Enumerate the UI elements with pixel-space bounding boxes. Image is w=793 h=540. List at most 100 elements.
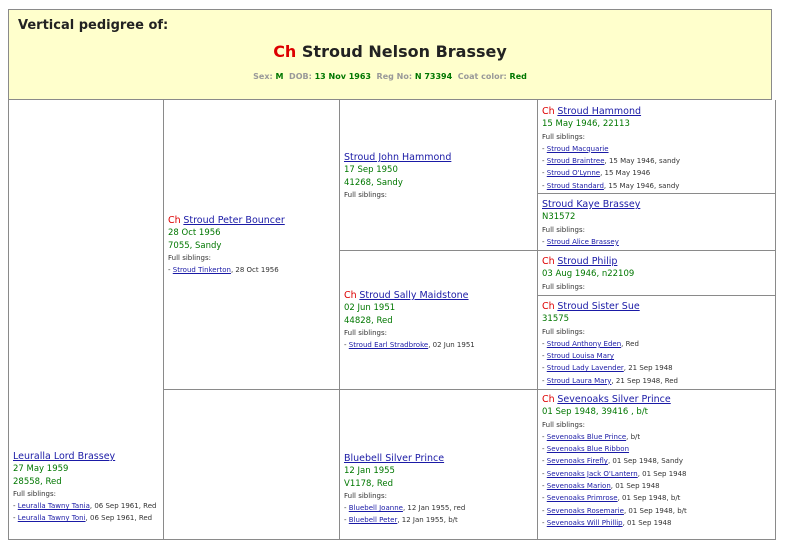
coat-value: Red [509, 72, 527, 81]
dog-reg: 28558, Red [13, 476, 62, 487]
sibling-info: , 12 Jan 1955, b/t [397, 516, 458, 525]
coat-label: Coat color: [457, 72, 507, 81]
gen4-sss-cell: Ch Stroud Hammond 15 May 1946, 22113 Ful… [538, 100, 776, 194]
sibling-link[interactable]: Stroud Louisa Mary [547, 352, 614, 360]
full-siblings-label: Full siblings: [13, 489, 57, 498]
sibling-link[interactable]: Sevenoaks Blue Ribbon [547, 445, 629, 453]
full-siblings-label: Full siblings: [542, 225, 586, 234]
sibling-link[interactable]: Sevenoaks Blue Prince [547, 433, 626, 441]
sibling-link[interactable]: Sevenoaks Firefly [547, 457, 608, 465]
sibling-item: - Stroud Tinkerton, 28 Oct 1956 [168, 266, 279, 275]
sibling-link[interactable]: Sevenoaks Primrose [547, 494, 618, 502]
gen2-dam-cell [164, 390, 340, 540]
dog-date: 27 May 1959 [13, 464, 69, 475]
sibling-link[interactable]: Sevenoaks Rosemarie [547, 507, 624, 515]
champion-prefix: Ch [542, 394, 555, 405]
sibling-info: , 01 Sep 1948, b/t [617, 494, 681, 503]
sibling-link[interactable]: Stroud Macquarie [547, 145, 609, 153]
dog-link-gen4-ssd[interactable]: Stroud Kaye Brassey [542, 199, 640, 210]
dog-line: 15 May 1946, 22113 [542, 119, 630, 130]
dog-name-heading: Ch Stroud Nelson Brassey [9, 42, 771, 61]
gen2-sire-cell: Ch Stroud Peter Bouncer 28 Oct 1956 7055… [164, 100, 340, 390]
champion-prefix: Ch [344, 290, 357, 301]
dog-line: 03 Aug 1946, n22109 [542, 269, 635, 280]
dog-reg: 41268, Sandy [344, 177, 403, 188]
full-siblings-label: Full siblings: [542, 282, 586, 291]
sibling-item: - Stroud Earl Stradbroke, 02 Jun 1951 [344, 341, 475, 350]
gen1-sire-cell: Leuralla Lord Brassey 27 May 1959 28558,… [9, 100, 164, 540]
sibling-info: , 15 May 1946, sandy [604, 157, 681, 166]
champion-prefix: Ch [542, 256, 555, 267]
dog-link-gen4-dss[interactable]: Sevenoaks Silver Prince [557, 394, 670, 405]
dob-value: 13 Nov 1963 [314, 72, 371, 81]
sibling-item: - Stroud Anthony Eden, Red [542, 339, 639, 348]
sibling-link[interactable]: Stroud Tinkerton [173, 266, 231, 274]
dog-reg: 7055, Sandy [168, 240, 222, 251]
dog-date: 12 Jan 1955 [344, 466, 395, 477]
sibling-link[interactable]: Stroud Lady Lavender [547, 364, 624, 372]
gen4-dss-cell: Ch Sevenoaks Silver Prince 01 Sep 1948, … [538, 390, 776, 540]
dog-date: 17 Sep 1950 [344, 165, 398, 176]
dog-meta: Sex: M DOB: 13 Nov 1963 Reg No: N 73394 … [9, 72, 771, 81]
sibling-info: , 06 Sep 1961, Red [89, 502, 157, 511]
sibling-link[interactable]: Sevenoaks Jack O'Lantern [547, 470, 638, 478]
sibling-link[interactable]: Stroud Laura Mary [547, 377, 612, 385]
reg-value: N 73394 [414, 72, 453, 81]
sibling-link[interactable]: Stroud Alice Brassey [547, 238, 619, 246]
sibling-link[interactable]: Bluebell Joanne [349, 504, 403, 512]
gen4-sdd-cell: Ch Stroud Sister Sue 31575 Full siblings… [538, 296, 776, 390]
sibling-item: - Sevenoaks Marion, 01 Sep 1948 [542, 482, 660, 491]
sibling-item: - Stroud Lady Lavender, 21 Sep 1948 [542, 364, 673, 373]
dog-link-gen3-sd[interactable]: Stroud Sally Maidstone [359, 290, 468, 301]
sibling-link[interactable]: Sevenoaks Will Phillip [547, 519, 623, 527]
sibling-item: - Sevenoaks Will Phillip, 01 Sep 1948 [542, 518, 672, 527]
sibling-info: , 06 Sep 1961, Red [85, 514, 153, 523]
champion-prefix: Ch [168, 215, 181, 226]
dog-date: 28 Oct 1956 [168, 228, 221, 239]
gen3-ss-cell: Stroud John Hammond 17 Sep 1950 41268, S… [340, 100, 538, 251]
dog-reg: 44828, Red [344, 315, 393, 326]
sex-label: Sex: [253, 72, 273, 81]
sibling-link[interactable]: Bluebell Peter [349, 516, 398, 524]
dog-link-gen4-sdd[interactable]: Stroud Sister Sue [557, 301, 639, 312]
dog-line: 01 Sep 1948, 39416 , b/t [542, 407, 649, 418]
dog-link-gen3-ss[interactable]: Stroud John Hammond [344, 152, 451, 163]
sibling-item: - Sevenoaks Rosemarie, 01 Sep 1948, b/t [542, 506, 687, 515]
sibling-item: - Leuralla Tawny Toni, 06 Sep 1961, Red [13, 514, 153, 523]
sibling-info: , 21 Sep 1948 [623, 364, 673, 373]
dog-link-gen2-sire[interactable]: Stroud Peter Bouncer [183, 215, 284, 226]
full-siblings-label: Full siblings: [542, 420, 586, 429]
sibling-link[interactable]: Stroud Standard [547, 182, 604, 190]
sibling-item: - Stroud Macquarie [542, 144, 609, 153]
dog-link-gen4-sds[interactable]: Stroud Philip [557, 256, 617, 267]
sibling-link[interactable]: Leuralla Tawny Toni [18, 514, 86, 522]
sibling-info: , 01 Sep 1948 [622, 518, 672, 527]
full-siblings-label: Full siblings: [344, 328, 388, 337]
sibling-info: , 21 Sep 1948, Red [611, 376, 679, 385]
champion-prefix: Ch [273, 42, 297, 61]
reg-label: Reg No: [376, 72, 413, 81]
sibling-link[interactable]: Sevenoaks Marion [547, 482, 611, 490]
sibling-link[interactable]: Stroud O'Lynne [547, 169, 600, 177]
dog-link-gen4-sss[interactable]: Stroud Hammond [557, 106, 641, 117]
dog-line: 31575 [542, 314, 570, 325]
sibling-info: , 01 Sep 1948, b/t [623, 506, 687, 515]
sibling-link[interactable]: Stroud Anthony Eden [547, 340, 621, 348]
sibling-info: , 01 Sep 1948, Sandy [607, 457, 683, 466]
sibling-info: , 01 Sep 1948 [610, 482, 660, 491]
sibling-link[interactable]: Stroud Earl Stradbroke [349, 341, 428, 349]
sibling-info: , b/t [626, 432, 641, 441]
dog-link-gen1-sire[interactable]: Leuralla Lord Brassey [13, 451, 115, 462]
full-siblings-label: Full siblings: [344, 491, 388, 500]
dog-link-gen3-ds[interactable]: Bluebell Silver Prince [344, 453, 444, 464]
sibling-item: - Sevenoaks Jack O'Lantern, 01 Sep 1948 [542, 469, 687, 478]
champion-prefix: Ch [542, 106, 555, 117]
sibling-item: - Sevenoaks Blue Prince, b/t [542, 432, 641, 441]
sibling-info: , 15 May 1946 [600, 169, 651, 178]
sibling-item: - Stroud Laura Mary, 21 Sep 1948, Red [542, 376, 679, 385]
sibling-link[interactable]: Leuralla Tawny Tania [18, 502, 90, 510]
sibling-link[interactable]: Stroud Braintree [547, 157, 605, 165]
dog-name: Stroud Nelson Brassey [301, 42, 507, 61]
gen3-sd-cell: Ch Stroud Sally Maidstone 02 Jun 1951 44… [340, 251, 538, 390]
champion-prefix: Ch [542, 301, 555, 312]
